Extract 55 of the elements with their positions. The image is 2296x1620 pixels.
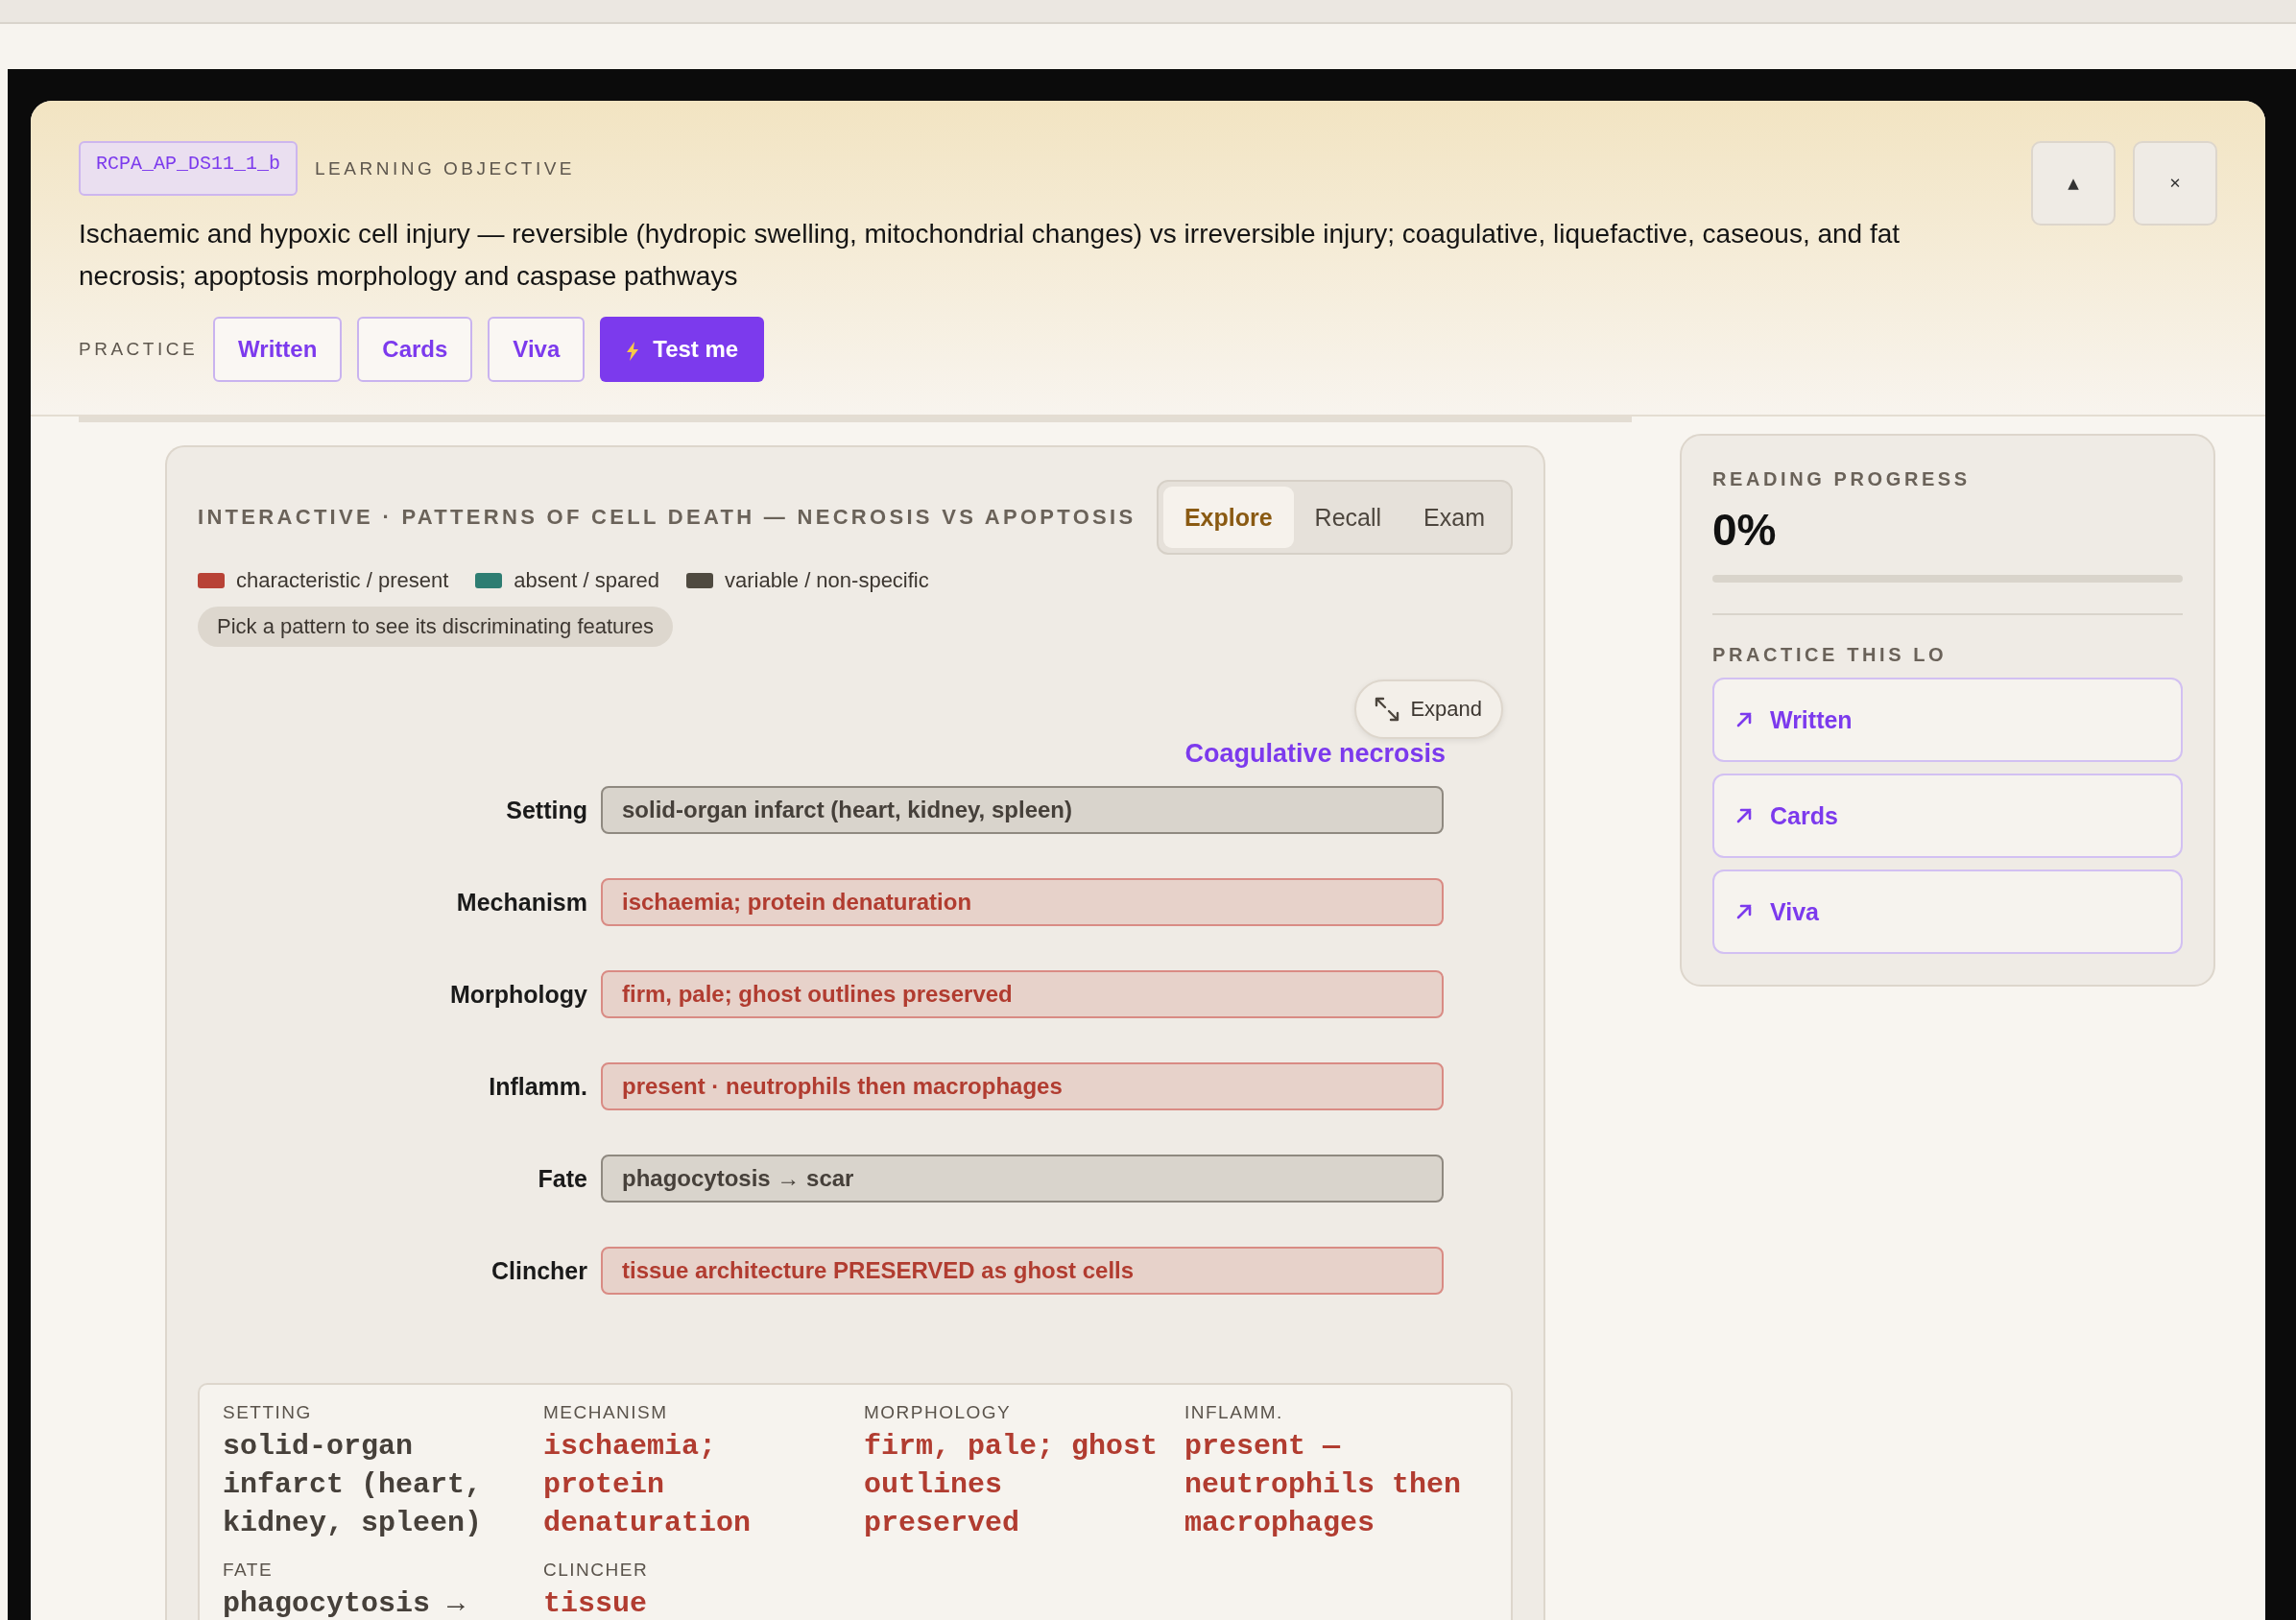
feature-bar: present · neutrophils then macrophages xyxy=(601,1062,1444,1110)
summary-label: SETTING xyxy=(223,1402,313,1423)
summary-label: MORPHOLOGY xyxy=(864,1402,1013,1423)
summary-label: CLINCHER xyxy=(543,1560,650,1581)
feature-bar: tissue architecture PRESERVED as ghost cells xyxy=(601,1247,1444,1295)
objective-text: Ischaemic and hypoxic cell injury — reversible (hydropic swelling, mitochondrial changes) vs irreversible injury; coagulative, liquefactive, caseous, and fat necrosis; apoptosis morphology and caspase pathways xyxy=(79,218,1901,293)
objective-code-tag: RCPA_AP_DS11_1_b xyxy=(79,141,299,196)
legend-label: variable / non-specific xyxy=(725,568,929,593)
practice-label: PRACTICE xyxy=(79,339,199,360)
summary-label: MECHANISM xyxy=(543,1402,669,1423)
practice-mode-button[interactable]: Viva xyxy=(488,317,586,382)
close-button[interactable]: ✕ xyxy=(2133,141,2217,226)
arrow-up-right-icon xyxy=(1735,807,1753,824)
practice-link[interactable]: Written xyxy=(1712,678,2183,762)
test-me-button[interactable]: Test me xyxy=(600,317,765,382)
summary-value: phagocytosis → xyxy=(223,1586,466,1620)
feature-label: Morphology xyxy=(448,980,587,1009)
feature-label: Clincher xyxy=(490,1256,587,1285)
summary-value: present — neutrophils then macrophages xyxy=(1184,1429,1463,1541)
practice-mode-button[interactable]: Written xyxy=(213,317,343,382)
lightning-icon xyxy=(626,341,640,361)
feature-bar: solid-organ infarct (heart, kidney, spleen) xyxy=(601,786,1444,834)
summary-label: FATE xyxy=(223,1560,275,1581)
progress-value: 0% xyxy=(1712,504,1778,556)
section-eyebrow: LEARNING OBJECTIVE xyxy=(315,157,576,179)
feature-label: Setting xyxy=(505,796,587,824)
legend-label: absent / spared xyxy=(514,568,659,593)
practice-mode-button[interactable]: Cards xyxy=(357,317,473,382)
feature-label: Fate xyxy=(537,1164,587,1193)
summary-value: solid-organ infarct (heart, kidney, spleen) xyxy=(223,1429,484,1541)
expand-button[interactable]: Expand xyxy=(1354,679,1503,739)
arrow-up-right-icon xyxy=(1735,903,1753,920)
pattern-title: Coagulative necrosis xyxy=(1184,739,1446,769)
feature-bar: firm, pale; ghost outlines preserved xyxy=(601,970,1444,1018)
mode-tab[interactable]: Recall xyxy=(1293,487,1403,548)
summary-value: ischaemia; protein denaturation xyxy=(543,1429,753,1541)
feature-label: Mechanism xyxy=(455,888,587,917)
practice-link[interactable]: Viva xyxy=(1712,870,2183,954)
collapse-button[interactable]: ▲ xyxy=(2031,141,2116,226)
hint-pill: Pick a pattern to see its discriminating features xyxy=(198,607,673,647)
legend-label: characteristic / present xyxy=(236,568,449,593)
expand-icon xyxy=(1374,696,1401,723)
practice-heading: PRACTICE THIS LO xyxy=(1712,644,1949,666)
progress-label: READING PROGRESS xyxy=(1712,468,1972,490)
practice-link[interactable]: Cards xyxy=(1712,774,2183,858)
feature-bar: phagocytosis → scar xyxy=(601,1155,1444,1203)
summary-label: INFLAMM. xyxy=(1184,1402,1284,1423)
summary-value: tissue xyxy=(543,1586,649,1620)
panel-title: INTERACTIVE · PATTERNS OF CELL DEATH — NECROSIS VS APOPTOSIS xyxy=(198,505,1136,530)
feature-label: Inflamm. xyxy=(488,1072,587,1101)
feature-bar: ischaemia; protein denaturation xyxy=(601,878,1444,926)
mode-tab[interactable]: Explore xyxy=(1162,487,1294,548)
mode-tab[interactable]: Exam xyxy=(1402,487,1506,548)
arrow-up-right-icon xyxy=(1735,711,1753,728)
summary-value: firm, pale; ghost outlines preserved xyxy=(864,1429,1160,1541)
